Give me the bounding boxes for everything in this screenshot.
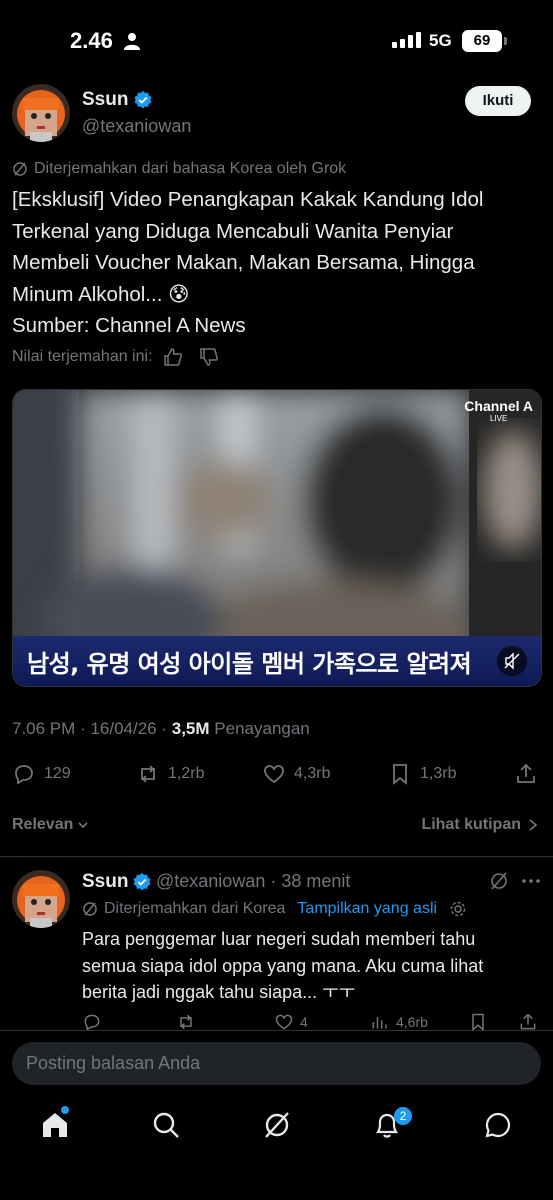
thumbs-down-icon[interactable] [199, 347, 219, 367]
repost-action[interactable]: 1,2rb [136, 760, 204, 788]
grok-icon[interactable] [262, 1110, 292, 1140]
sort-label: Relevan [12, 816, 74, 833]
post-text-line: Sumber: Channel A News [12, 314, 246, 337]
divider [0, 1030, 553, 1031]
grok-icon[interactable] [488, 870, 510, 892]
reply-translation-text: Diterjemahkan dari Korea [104, 900, 286, 917]
bookmark-icon [472, 1013, 484, 1032]
battery-tip [504, 37, 507, 45]
post-text-line: Membeli Voucher Makan, Makan Bersama, Hi… [12, 251, 475, 274]
chevron-right-icon [529, 819, 538, 831]
person-icon [124, 33, 140, 50]
post-views-label: Penayangan [214, 719, 310, 738]
reply-author-avatar[interactable] [12, 870, 70, 928]
sort-dropdown[interactable]: Relevan [12, 816, 89, 834]
author-handle[interactable]: @texaniowan [82, 116, 191, 137]
repost-icon [180, 1014, 192, 1030]
bookmark-icon [393, 764, 407, 785]
divider [0, 856, 553, 857]
search-icon[interactable] [151, 1110, 181, 1140]
reply-text: Para penggemar luar negeri sudah memberi… [82, 926, 542, 1006]
follow-button[interactable]: Ikuti [465, 86, 531, 116]
verified-badge-icon [133, 872, 151, 891]
video-caption: 남성, 유명 여성 아이돌 멤버 가족으로 알려져 [27, 650, 472, 678]
mute-button[interactable] [497, 646, 527, 676]
post-text-line: Minum Alkohol... 😰 [12, 282, 190, 306]
views-icon [372, 1017, 387, 1029]
view-quotes-label: Lihat kutipan [421, 816, 521, 833]
post-text: [Eksklusif] Video Penangkapan Kakak Kand… [12, 184, 542, 342]
gear-icon[interactable] [449, 900, 467, 918]
share-icon [520, 1013, 536, 1030]
like-count: 4,3rb [294, 765, 331, 782]
post-text-line: Terkenal yang Diduga Mencabuli Wanita Pe… [12, 219, 454, 243]
channel-name: Channel A [464, 398, 533, 414]
status-bar: 2.46 5G 69 [0, 0, 553, 80]
post-date: 16/04/26 [90, 719, 157, 738]
reply-like-count: 4 [300, 1014, 308, 1030]
reply-text-line: Para penggemar luar negeri sudah memberi… [82, 929, 476, 949]
reply-author-name[interactable]: Ssun [82, 871, 128, 893]
share-icon [517, 763, 535, 783]
thumbs-up-icon[interactable] [163, 347, 183, 367]
reply-icon [15, 765, 33, 785]
video-player[interactable]: Channel A LIVE 남성, 유명 여성 아이돌 멤버 가족으로 알려져 [12, 389, 542, 687]
reply-icon [84, 1014, 100, 1031]
share-action[interactable] [514, 760, 538, 788]
rate-translation: Nilai terjemahan ini: [12, 347, 219, 367]
battery-icon: 69 [462, 30, 502, 52]
reply-action[interactable]: 129 [12, 760, 71, 788]
reply-views-count: 4,6rb [396, 1014, 428, 1030]
verified-badge-icon [134, 90, 152, 109]
reply-text-line: semua siapa idol oppa yang mana. Aku cum… [82, 955, 484, 976]
meta-separator: · [161, 719, 172, 738]
home-icon[interactable] [40, 1110, 70, 1140]
post-views: 3,5M [171, 719, 210, 738]
channel-live-label: LIVE [489, 414, 508, 423]
bookmark-count: 1,3rb [420, 765, 457, 782]
post-text-line: [Eksklusif] Video Penangkapan Kakak Kand… [12, 188, 484, 211]
author-avatar[interactable] [12, 84, 70, 142]
chevron-down-icon [78, 822, 88, 829]
notifications-badge: 2 [394, 1107, 412, 1125]
author-name[interactable]: Ssun [82, 89, 128, 111]
heart-icon [275, 1014, 293, 1030]
grok-icon [13, 162, 27, 176]
like-action[interactable]: 4,3rb [262, 760, 330, 788]
bookmark-action[interactable]: 1,3rb [388, 760, 456, 788]
reply-meta: @texaniowan · 38 menit [156, 871, 351, 891]
reply-translation-note: Diterjemahkan dari Korea Tampilkan yang … [82, 900, 467, 918]
translation-note-text: Diterjemahkan dari bahasa Korea oleh Gro… [34, 160, 347, 177]
home-unread-dot [61, 1106, 69, 1114]
post-time: 7.06 PM [12, 719, 76, 738]
grok-icon [83, 902, 97, 916]
heart-icon [264, 765, 284, 784]
reply-count: 129 [44, 765, 71, 782]
view-quotes-link[interactable]: Lihat kutipan [421, 816, 539, 834]
reply-text-line: berita jadi nggak tahu siapa... ㅜㅜ [82, 982, 356, 1002]
post-meta: 7.06 PM · 16/04/26 · 3,5M Penayangan [12, 719, 310, 739]
rate-translation-label: Nilai terjemahan ini: [12, 348, 153, 365]
repost-icon [141, 765, 155, 783]
translation-note: Diterjemahkan dari bahasa Korea oleh Gro… [12, 160, 346, 178]
speaker-muted-icon [504, 652, 520, 670]
messages-icon[interactable] [483, 1110, 513, 1140]
video-caption-bar: 남성, 유명 여성 아이돌 멤버 가족으로 알려져 [13, 636, 541, 686]
more-options-icon[interactable] [520, 870, 542, 892]
reply-input[interactable]: Posting balasan Anda [12, 1042, 541, 1085]
show-original-link[interactable]: Tampilkan yang asli [297, 900, 437, 918]
signal-icon [392, 32, 421, 48]
meta-separator: · [80, 719, 91, 738]
battery-level: 69 [473, 32, 491, 49]
network-type: 5G [429, 31, 452, 50]
repost-count: 1,2rb [168, 765, 205, 782]
status-time: 2.46 [70, 28, 113, 53]
channel-logo: Channel A LIVE [464, 398, 533, 423]
